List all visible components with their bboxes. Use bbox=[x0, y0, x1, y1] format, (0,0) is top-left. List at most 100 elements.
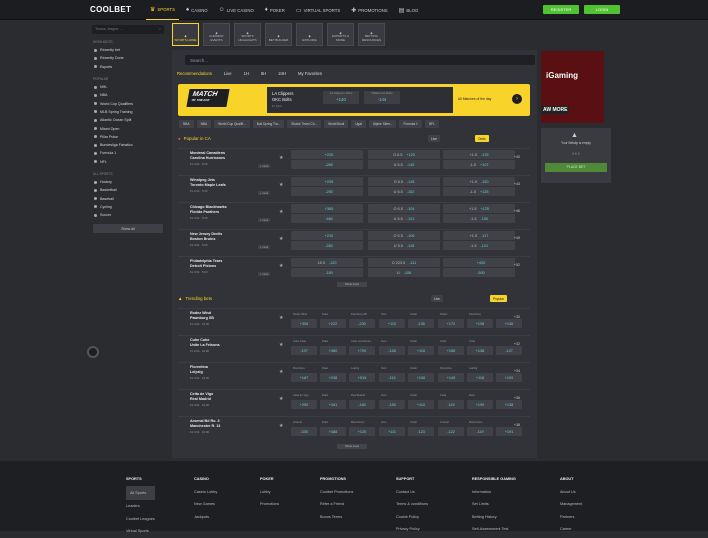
more-markets[interactable]: +30 bbox=[514, 315, 520, 319]
footer-link[interactable]: Information bbox=[472, 486, 516, 499]
league-chip[interactable]: Bull Spring Tra... bbox=[252, 120, 285, 128]
popular-odds-filter[interactable]: Odds bbox=[475, 135, 489, 142]
odds-button[interactable]: O 223.5 -111 bbox=[368, 258, 440, 267]
footer-link[interactable]: Coolbet Promotions bbox=[320, 486, 353, 499]
odds-button[interactable]: U 6.5 -102 bbox=[368, 187, 440, 196]
odds-button[interactable]: +172 bbox=[438, 319, 464, 328]
footer-link[interactable]: Career bbox=[560, 523, 582, 536]
odds-button[interactable]: +1.5 -117 bbox=[443, 231, 515, 240]
table-row[interactable]: Philadelphia Tears Detroit Pistons Fri 3/1… bbox=[178, 256, 530, 278]
odds-button[interactable]: -335 bbox=[291, 427, 317, 436]
table-row[interactable]: Chicago Blackhawks Florida Panthers Fri 3/… bbox=[178, 202, 530, 224]
footer-link[interactable]: Self-Assessment Test bbox=[472, 523, 516, 536]
chevron-right-icon[interactable]: › bbox=[512, 94, 522, 104]
odds-button[interactable]: +190 bbox=[467, 400, 493, 409]
league-chip[interactable]: NFL bbox=[424, 120, 439, 128]
nav-virtual-sports[interactable]: ▭ VIRTUAL SPORTS bbox=[292, 0, 344, 20]
table-row[interactable]: Winnipeg Jets Toronto Maple Leafs Fri 3/14… bbox=[178, 175, 530, 197]
odds-button[interactable]: +388 bbox=[320, 427, 346, 436]
match-of-the-day[interactable]: MATCH OF THE DAY LA Clippers OKC Bolts Fr 7… bbox=[178, 84, 530, 116]
main-search-input[interactable]: Search... bbox=[185, 55, 535, 65]
sidebar-item-baseball[interactable]: Baseball bbox=[91, 194, 165, 202]
odds-button[interactable]: +220 bbox=[291, 150, 363, 159]
league-chip[interactable]: World Bowl bbox=[324, 120, 349, 128]
table-row[interactable]: New Jersey Devils Boston Bruins Fri 3/14 ·… bbox=[178, 229, 530, 251]
sidebar-item-pillar-pulse[interactable]: Pillar Pulse bbox=[91, 133, 165, 141]
odds-button[interactable]: +187 bbox=[291, 373, 317, 382]
odds-button[interactable]: O 6.5 +120 bbox=[368, 150, 440, 159]
markets-badge[interactable]: + more bbox=[258, 191, 271, 195]
odds-button[interactable]: +365 bbox=[291, 204, 363, 213]
trending-live-toggle[interactable]: Live bbox=[431, 295, 443, 302]
odds-button[interactable]: +116 bbox=[408, 346, 434, 355]
odds-button[interactable]: -1.5 +107 bbox=[443, 160, 515, 169]
odds-button[interactable]: +186 bbox=[438, 346, 464, 355]
odds-button[interactable]: +205 bbox=[291, 177, 363, 186]
star-icon[interactable]: ★ bbox=[279, 236, 283, 242]
odds-button[interactable]: 18.5 -120 bbox=[291, 258, 363, 267]
rec-tab-my-favorites[interactable]: My Favorites bbox=[298, 71, 322, 76]
odds-button[interactable]: +306 bbox=[291, 319, 317, 328]
footer-link[interactable]: All Sports bbox=[126, 485, 155, 500]
odds-button[interactable]: -500 bbox=[443, 268, 515, 277]
odds-button[interactable]: +210 bbox=[291, 231, 363, 240]
markets-badge[interactable]: + more bbox=[258, 272, 271, 276]
tab-current-events[interactable]: ◆ CURRENT EVENTS bbox=[203, 23, 230, 46]
nav-casino[interactable]: ♠ CASINO bbox=[182, 0, 212, 20]
odds-button[interactable]: +790 bbox=[349, 346, 375, 355]
table-row[interactable]: Rodez Wind Pawnburg SB Fri 3/14 · 10:00 ★ Ro… bbox=[178, 308, 530, 330]
odds-button[interactable]: +110 bbox=[408, 400, 434, 409]
odds-button[interactable]: +341 bbox=[320, 400, 346, 409]
sidebar-item-soccer[interactable]: Soccer bbox=[91, 211, 165, 219]
sidebar-item-nhl[interactable]: NHL bbox=[91, 83, 165, 91]
table-row[interactable]: Montreal Canadiens Carolina Hurricanes Fri… bbox=[178, 148, 530, 170]
more-markets[interactable]: +36 bbox=[514, 396, 520, 400]
footer-link[interactable]: Betting History bbox=[472, 511, 516, 524]
markets-badge[interactable]: + more bbox=[258, 218, 271, 222]
league-chip[interactable]: Ugat bbox=[351, 120, 366, 128]
motd-all-link[interactable]: All Matches of the day bbox=[458, 97, 491, 101]
motd-odd-2[interactable]: Oklahoma Bolts -144 bbox=[364, 91, 400, 104]
footer-link[interactable]: Terms & conditions bbox=[396, 498, 428, 511]
footer-link[interactable]: Refer a Friend bbox=[320, 498, 353, 511]
promo-banner[interactable]: iGaming AW MORE bbox=[541, 51, 604, 123]
league-chip[interactable]: World Cup Qualifi... bbox=[214, 120, 250, 128]
star-icon[interactable]: ★ bbox=[279, 396, 283, 402]
more-markets[interactable]: +40 bbox=[514, 155, 520, 159]
trending-popular-filter[interactable]: Popular bbox=[490, 295, 507, 302]
table-row[interactable]: Celta de Vigo Real Madrid Fri 3/14 · 10:00… bbox=[178, 389, 530, 411]
tab-explore[interactable]: ◆ EXPLORE bbox=[296, 23, 323, 46]
sidebar-item-basketball[interactable]: Basketball bbox=[91, 186, 165, 194]
odds-button[interactable]: +138 bbox=[467, 346, 493, 355]
star-icon[interactable]: ★ bbox=[279, 263, 283, 269]
markets-badge[interactable]: + more bbox=[258, 245, 271, 249]
sidebar-item-atlantic-ocean-split[interactable]: Atlantic Ocean Split bbox=[91, 116, 165, 124]
more-markets[interactable]: +49 bbox=[514, 236, 520, 240]
odds-button[interactable]: +145 bbox=[438, 373, 464, 382]
footer-link[interactable]: Management bbox=[560, 498, 582, 511]
sidebar-item-recently-bet[interactable]: Recently bet bbox=[91, 46, 165, 54]
rec-tab-1h[interactable]: 1H bbox=[244, 71, 249, 76]
sidebar-search-input[interactable]: Teams, league, ... ⌕ bbox=[92, 25, 164, 34]
odds-button[interactable]: -1.5 -101 bbox=[443, 241, 515, 250]
tab-betting-resources[interactable]: ◆ BETTING RESOURCES bbox=[358, 23, 385, 46]
register-button[interactable]: REGISTER bbox=[543, 5, 579, 14]
odds-button[interactable]: +120 bbox=[349, 427, 375, 436]
sidebar-item-cycling[interactable]: Cycling bbox=[91, 203, 165, 211]
chat-icon[interactable] bbox=[87, 346, 99, 358]
footer-link[interactable]: Coolbet Leagues bbox=[126, 513, 155, 526]
odds-button[interactable]: +136 bbox=[496, 319, 522, 328]
more-markets[interactable]: +34 bbox=[514, 369, 520, 373]
odds-button[interactable]: +250 bbox=[291, 400, 317, 409]
more-markets[interactable]: +38 bbox=[514, 423, 520, 427]
odds-button[interactable]: +191 bbox=[496, 427, 522, 436]
sidebar-item-formula-1[interactable]: Formula 1 bbox=[91, 149, 165, 157]
tab-sports-home[interactable]: ◆ SPORTS HOME bbox=[172, 23, 199, 46]
more-markets[interactable]: +52 bbox=[514, 263, 520, 267]
odds-button[interactable]: -197 bbox=[291, 346, 317, 355]
footer-link[interactable]: Casino Lobby bbox=[194, 486, 217, 499]
odds-button[interactable]: +222 bbox=[320, 319, 346, 328]
nav-blog[interactable]: ▤ BLOG bbox=[395, 0, 423, 20]
odds-button[interactable]: U 6.5 -121 bbox=[368, 214, 440, 223]
more-markets[interactable]: +32 bbox=[514, 342, 520, 346]
